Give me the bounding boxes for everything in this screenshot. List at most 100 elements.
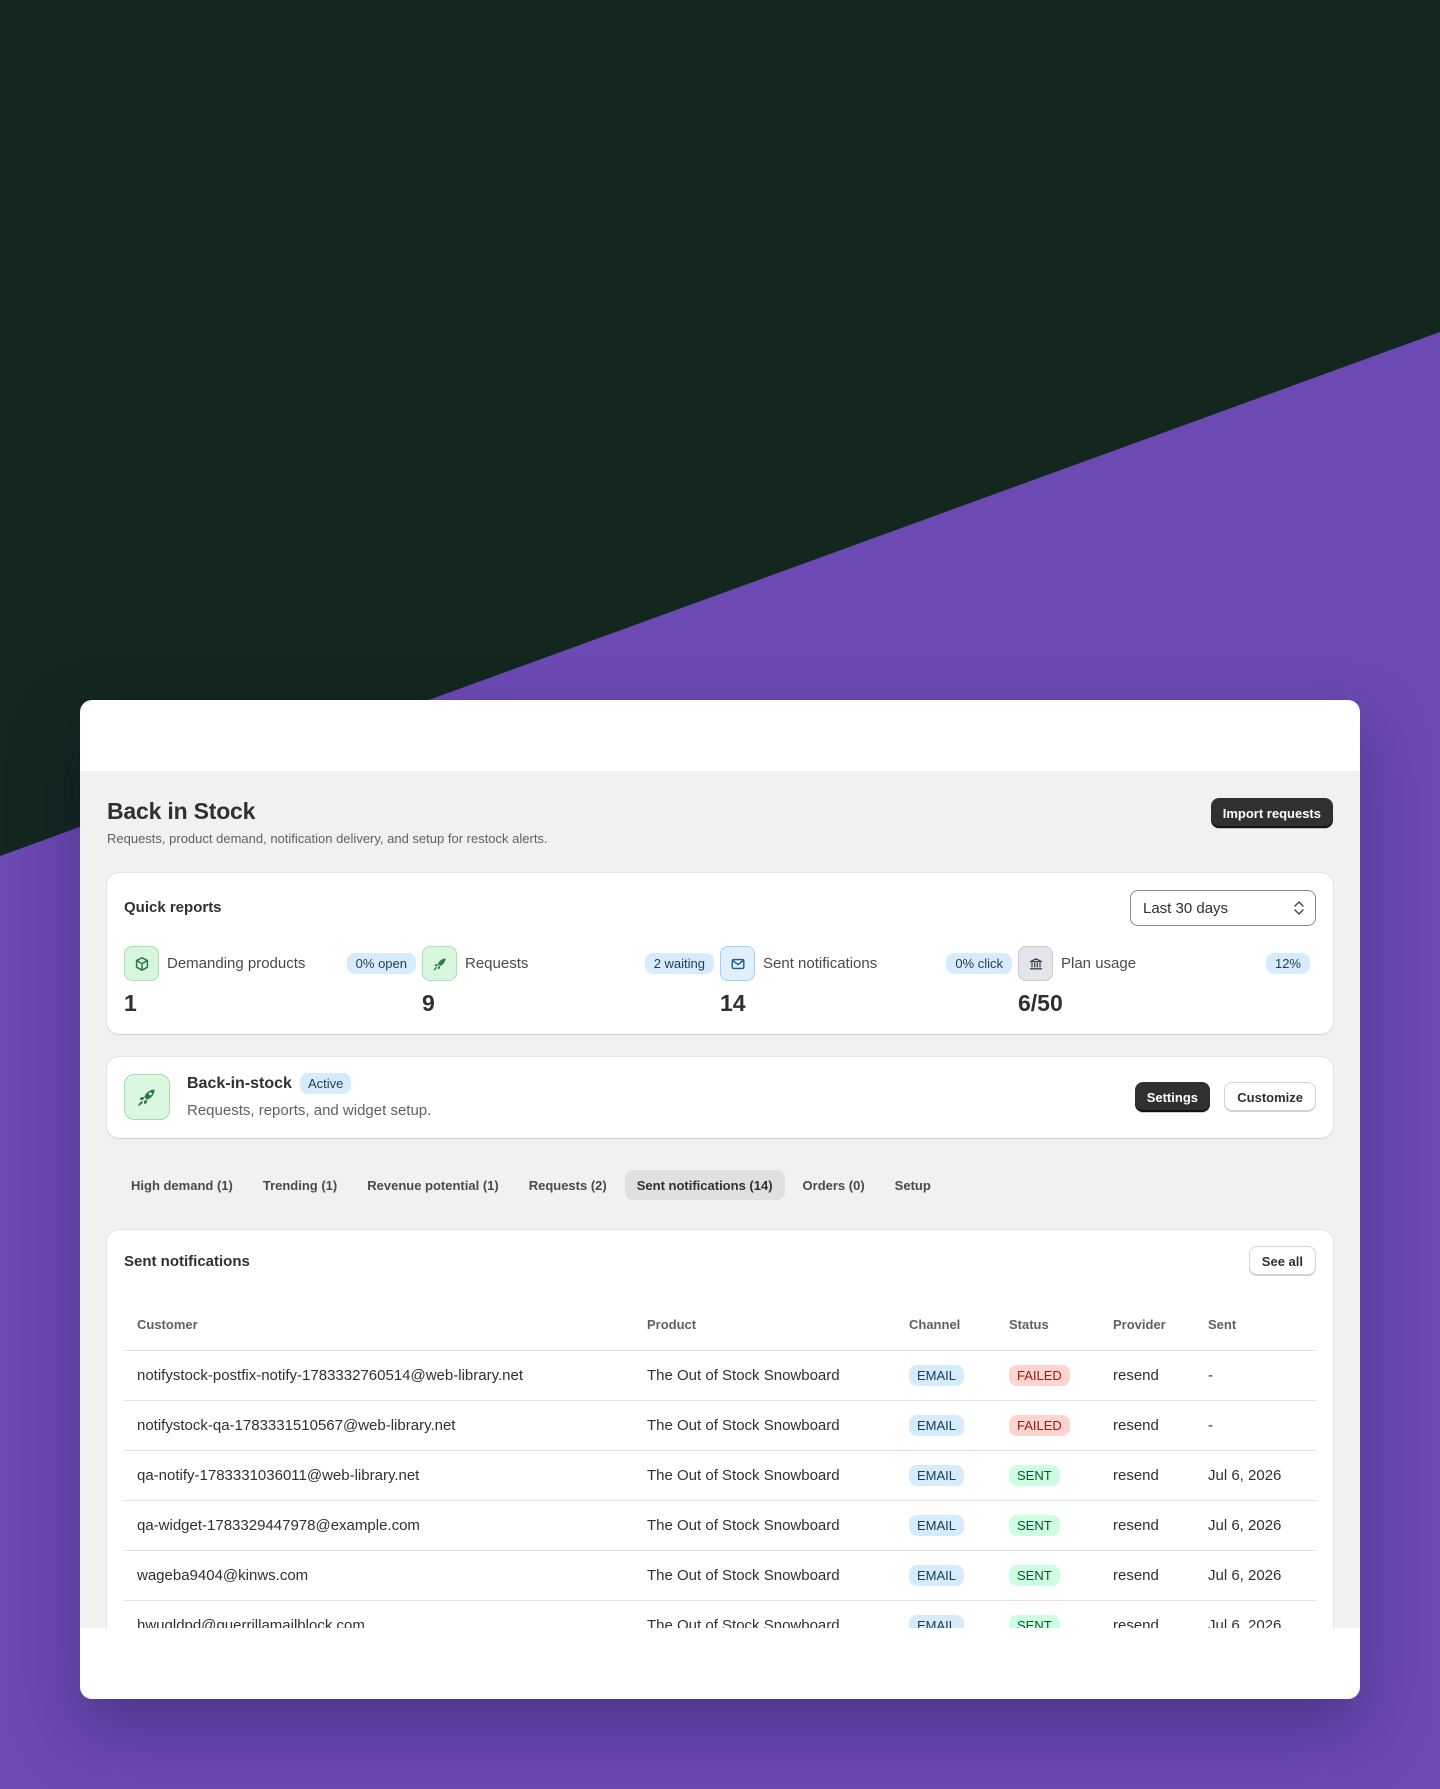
cell-customer: hwugldpd@guerrillamailblock.com <box>124 1600 634 1628</box>
tab-revenue-potential[interactable]: Revenue potential (1) <box>355 1170 510 1200</box>
sent-notifications-card: Sent notifications See all Customer Prod… <box>107 1230 1333 1628</box>
cell-sent: - <box>1195 1350 1316 1401</box>
metric-label: Plan usage <box>1061 955 1137 972</box>
status-badge: FAILED <box>1009 1364 1070 1386</box>
cell-status: FAILED <box>996 1350 1100 1401</box>
channel-badge: EMAIL <box>909 1364 965 1386</box>
column-header-provider[interactable]: Provider <box>1100 1300 1195 1351</box>
tab-trending[interactable]: Trending (1) <box>251 1170 349 1200</box>
tab-requests[interactable]: Requests (2) <box>517 1170 619 1200</box>
cell-product: The Out of Stock Snowboard <box>634 1500 896 1551</box>
table-row[interactable]: wageba9404@kinws.com The Out of Stock Sn… <box>124 1550 1316 1601</box>
back-in-stock-subtitle: Requests, reports, and widget setup. <box>187 1102 432 1119</box>
cell-provider: resend <box>1100 1550 1195 1601</box>
tab-sent-notifications[interactable]: Sent notifications (14) <box>624 1170 785 1200</box>
status-badge: SENT <box>1009 1514 1060 1536</box>
report-tabs: High demand (1) Trending (1) Revenue pot… <box>119 1170 943 1200</box>
table-row[interactable]: qa-widget-1783329447978@example.com The … <box>124 1500 1316 1551</box>
cell-sent: Jul 6, 2026 <box>1195 1550 1316 1601</box>
cell-status: SENT <box>996 1500 1100 1551</box>
metric-demanding-products[interactable]: Demanding products 0% open 1 <box>124 946 422 1016</box>
cell-customer: notifystock-qa-1783331510567@web-library… <box>124 1400 634 1451</box>
page-title: Back in Stock <box>107 798 256 824</box>
quick-reports-title: Quick reports <box>124 899 222 916</box>
cell-provider: resend <box>1100 1400 1195 1451</box>
cell-customer: qa-notify-1783331036011@web-library.net <box>124 1450 634 1501</box>
date-range-select[interactable]: Last 30 days <box>1130 890 1316 926</box>
sent-notifications-title: Sent notifications <box>124 1253 250 1270</box>
cell-provider: resend <box>1100 1350 1195 1401</box>
metric-value: 6/50 <box>1018 990 1063 1016</box>
table-row[interactable]: qa-notify-1783331036011@web-library.net … <box>124 1450 1316 1501</box>
cell-channel: EMAIL <box>896 1450 996 1501</box>
metric-label: Requests <box>465 955 529 972</box>
cell-product: The Out of Stock Snowboard <box>634 1400 896 1451</box>
metric-value: 14 <box>720 990 746 1016</box>
cell-status: SENT <box>996 1550 1100 1601</box>
select-chevron-icon <box>1294 901 1304 915</box>
channel-badge: EMAIL <box>909 1564 965 1586</box>
cell-provider: resend <box>1100 1450 1195 1501</box>
sent-notifications-table: Customer Product Channel Status Provider… <box>124 1300 1316 1628</box>
column-header-customer[interactable]: Customer <box>124 1300 634 1351</box>
app-window: Back in Stock Requests, product demand, … <box>80 700 1360 1699</box>
status-badge: Active <box>300 1073 352 1094</box>
rocket-icon <box>124 1074 170 1120</box>
back-in-stock-card: Back-in-stock Active Requests, reports, … <box>107 1057 1333 1138</box>
cell-provider: resend <box>1100 1600 1195 1628</box>
cell-channel: EMAIL <box>896 1350 996 1401</box>
metrics-row: Demanding products 0% open 1 Requests 2 … <box>124 946 1316 1016</box>
cell-sent: Jul 6, 2026 <box>1195 1600 1316 1628</box>
metric-badge: 0% open <box>346 953 416 974</box>
status-badge: SENT <box>1009 1464 1060 1486</box>
metric-badge: 0% click <box>946 953 1012 974</box>
customize-button[interactable]: Customize <box>1224 1082 1316 1112</box>
channel-badge: EMAIL <box>909 1464 965 1486</box>
cell-product: The Out of Stock Snowboard <box>634 1600 896 1628</box>
table-row[interactable]: notifystock-qa-1783331510567@web-library… <box>124 1400 1316 1451</box>
settings-button[interactable]: Settings <box>1134 1082 1210 1112</box>
status-badge: SENT <box>1009 1564 1060 1586</box>
metric-requests[interactable]: Requests 2 waiting 9 <box>422 946 720 1016</box>
channel-badge: EMAIL <box>909 1614 965 1628</box>
cell-product: The Out of Stock Snowboard <box>634 1450 896 1501</box>
cell-customer: wageba9404@kinws.com <box>124 1550 634 1601</box>
channel-badge: EMAIL <box>909 1414 965 1436</box>
table-header-row: Customer Product Channel Status Provider… <box>124 1300 1316 1351</box>
metric-badge: 2 waiting <box>644 953 714 974</box>
box-icon <box>124 946 159 981</box>
cell-customer: qa-widget-1783329447978@example.com <box>124 1500 634 1551</box>
metric-value: 9 <box>422 990 435 1016</box>
metric-label: Sent notifications <box>763 955 878 972</box>
tab-orders[interactable]: Orders (0) <box>791 1170 877 1200</box>
see-all-button[interactable]: See all <box>1248 1246 1316 1276</box>
cell-product: The Out of Stock Snowboard <box>634 1550 896 1601</box>
cell-product: The Out of Stock Snowboard <box>634 1350 896 1401</box>
table-row[interactable]: hwugldpd@guerrillamailblock.com The Out … <box>124 1600 1316 1628</box>
column-header-sent[interactable]: Sent <box>1195 1300 1316 1351</box>
cell-status: SENT <box>996 1450 1100 1501</box>
import-requests-button[interactable]: Import requests <box>1210 798 1333 828</box>
metric-sent-notifications[interactable]: Sent notifications 0% click 14 <box>720 946 1018 1016</box>
status-badge: SENT <box>1009 1614 1060 1628</box>
tab-setup[interactable]: Setup <box>883 1170 943 1200</box>
channel-badge: EMAIL <box>909 1514 965 1536</box>
column-header-product[interactable]: Product <box>634 1300 896 1351</box>
metric-label: Demanding products <box>167 955 306 972</box>
cell-status: FAILED <box>996 1400 1100 1451</box>
date-range-value: Last 30 days <box>1143 899 1229 917</box>
quick-reports-card: Quick reports Last 30 days Demanding pro… <box>107 873 1333 1034</box>
back-in-stock-title: Back-in-stock <box>187 1075 292 1092</box>
cell-channel: EMAIL <box>896 1550 996 1601</box>
cell-status: SENT <box>996 1600 1100 1628</box>
column-header-channel[interactable]: Channel <box>896 1300 996 1351</box>
metric-value: 1 <box>124 990 137 1016</box>
cell-sent: Jul 6, 2026 <box>1195 1450 1316 1501</box>
table-row[interactable]: notifystock-postfix-notify-1783332760514… <box>124 1350 1316 1401</box>
column-header-status[interactable]: Status <box>996 1300 1100 1351</box>
metric-plan-usage[interactable]: Plan usage 12% 6/50 <box>1018 946 1316 1016</box>
metric-badge: 12% <box>1265 953 1310 974</box>
tab-high-demand[interactable]: High demand (1) <box>119 1170 245 1200</box>
cell-customer: notifystock-postfix-notify-1783332760514… <box>124 1350 634 1401</box>
rocket-icon <box>422 946 457 981</box>
